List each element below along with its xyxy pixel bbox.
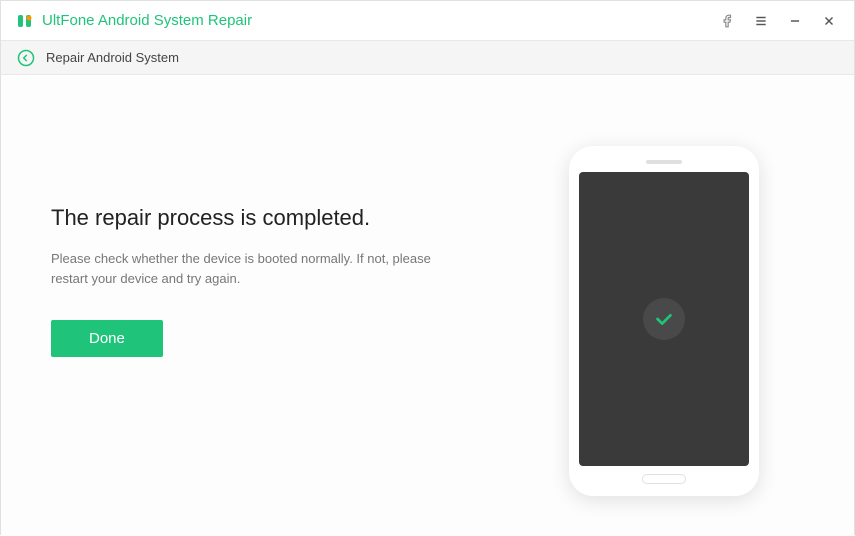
facebook-icon[interactable] — [712, 6, 742, 36]
titlebar-left: UltFone Android System Repair — [16, 12, 252, 30]
phone-illustration — [569, 146, 759, 496]
titlebar: UltFone Android System Repair — [1, 1, 854, 41]
menu-icon[interactable] — [746, 6, 776, 36]
app-title: UltFone Android System Repair — [42, 12, 252, 29]
right-panel — [524, 75, 804, 536]
breadcrumb: Repair Android System — [1, 41, 854, 75]
back-arrow-icon[interactable] — [16, 48, 36, 68]
minimize-icon[interactable] — [780, 6, 810, 36]
app-logo-icon — [16, 12, 34, 30]
left-panel: The repair process is completed. Please … — [51, 75, 524, 536]
page-heading: The repair process is completed. — [51, 205, 484, 231]
page-subtext: Please check whether the device is boote… — [51, 249, 471, 288]
phone-screen — [579, 172, 749, 466]
phone-speaker-icon — [646, 160, 682, 164]
done-button[interactable]: Done — [51, 320, 163, 357]
checkmark-circle-icon — [643, 298, 685, 340]
titlebar-controls — [712, 6, 844, 36]
phone-home-button-icon — [642, 474, 686, 484]
breadcrumb-label: Repair Android System — [46, 50, 179, 65]
main-content: The repair process is completed. Please … — [1, 75, 854, 536]
close-icon[interactable] — [814, 6, 844, 36]
